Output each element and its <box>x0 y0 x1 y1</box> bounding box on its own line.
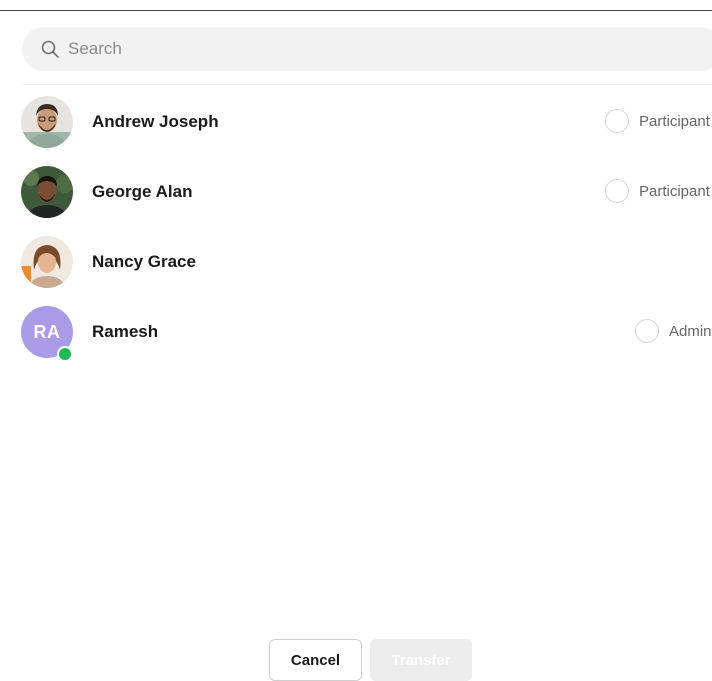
search-bar[interactable] <box>22 27 712 71</box>
avatar <box>21 96 73 148</box>
member-row-nancy-grace[interactable]: Nancy Grace <box>0 232 712 292</box>
search-icon <box>40 39 60 59</box>
list-divider <box>22 84 712 85</box>
member-name: Nancy Grace <box>92 252 196 271</box>
member-row-ramesh[interactable]: RA Ramesh Admin <box>0 302 712 362</box>
search-input[interactable] <box>66 38 670 60</box>
role-option-participant[interactable]: Participant <box>605 109 710 133</box>
role-radio[interactable] <box>605 109 629 133</box>
role-option-participant[interactable]: Participant <box>605 179 710 203</box>
member-row-george-alan[interactable]: George Alan Participant <box>0 162 712 222</box>
cancel-button[interactable]: Cancel <box>269 639 362 681</box>
avatar: RA <box>21 306 73 362</box>
member-name: George Alan <box>92 182 193 201</box>
role-radio[interactable] <box>605 179 629 203</box>
role-label: Participant <box>639 112 710 130</box>
dialog-footer: Cancel Transfer <box>0 639 712 681</box>
transfer-button[interactable]: Transfer <box>370 639 472 681</box>
avatar-initials: RA <box>33 321 61 342</box>
role-radio[interactable] <box>635 319 659 343</box>
role-label: Admin <box>669 322 712 340</box>
role-option-admin[interactable]: Admin <box>635 319 712 343</box>
avatar <box>21 236 73 288</box>
role-label: Participant <box>639 182 710 200</box>
top-divider <box>0 10 712 11</box>
member-row-andrew-joseph[interactable]: Andrew Joseph Participant <box>0 92 712 152</box>
member-name: Ramesh <box>92 322 159 341</box>
online-status-icon <box>57 346 73 362</box>
member-name: Andrew Joseph <box>92 112 219 131</box>
avatar <box>21 166 73 218</box>
